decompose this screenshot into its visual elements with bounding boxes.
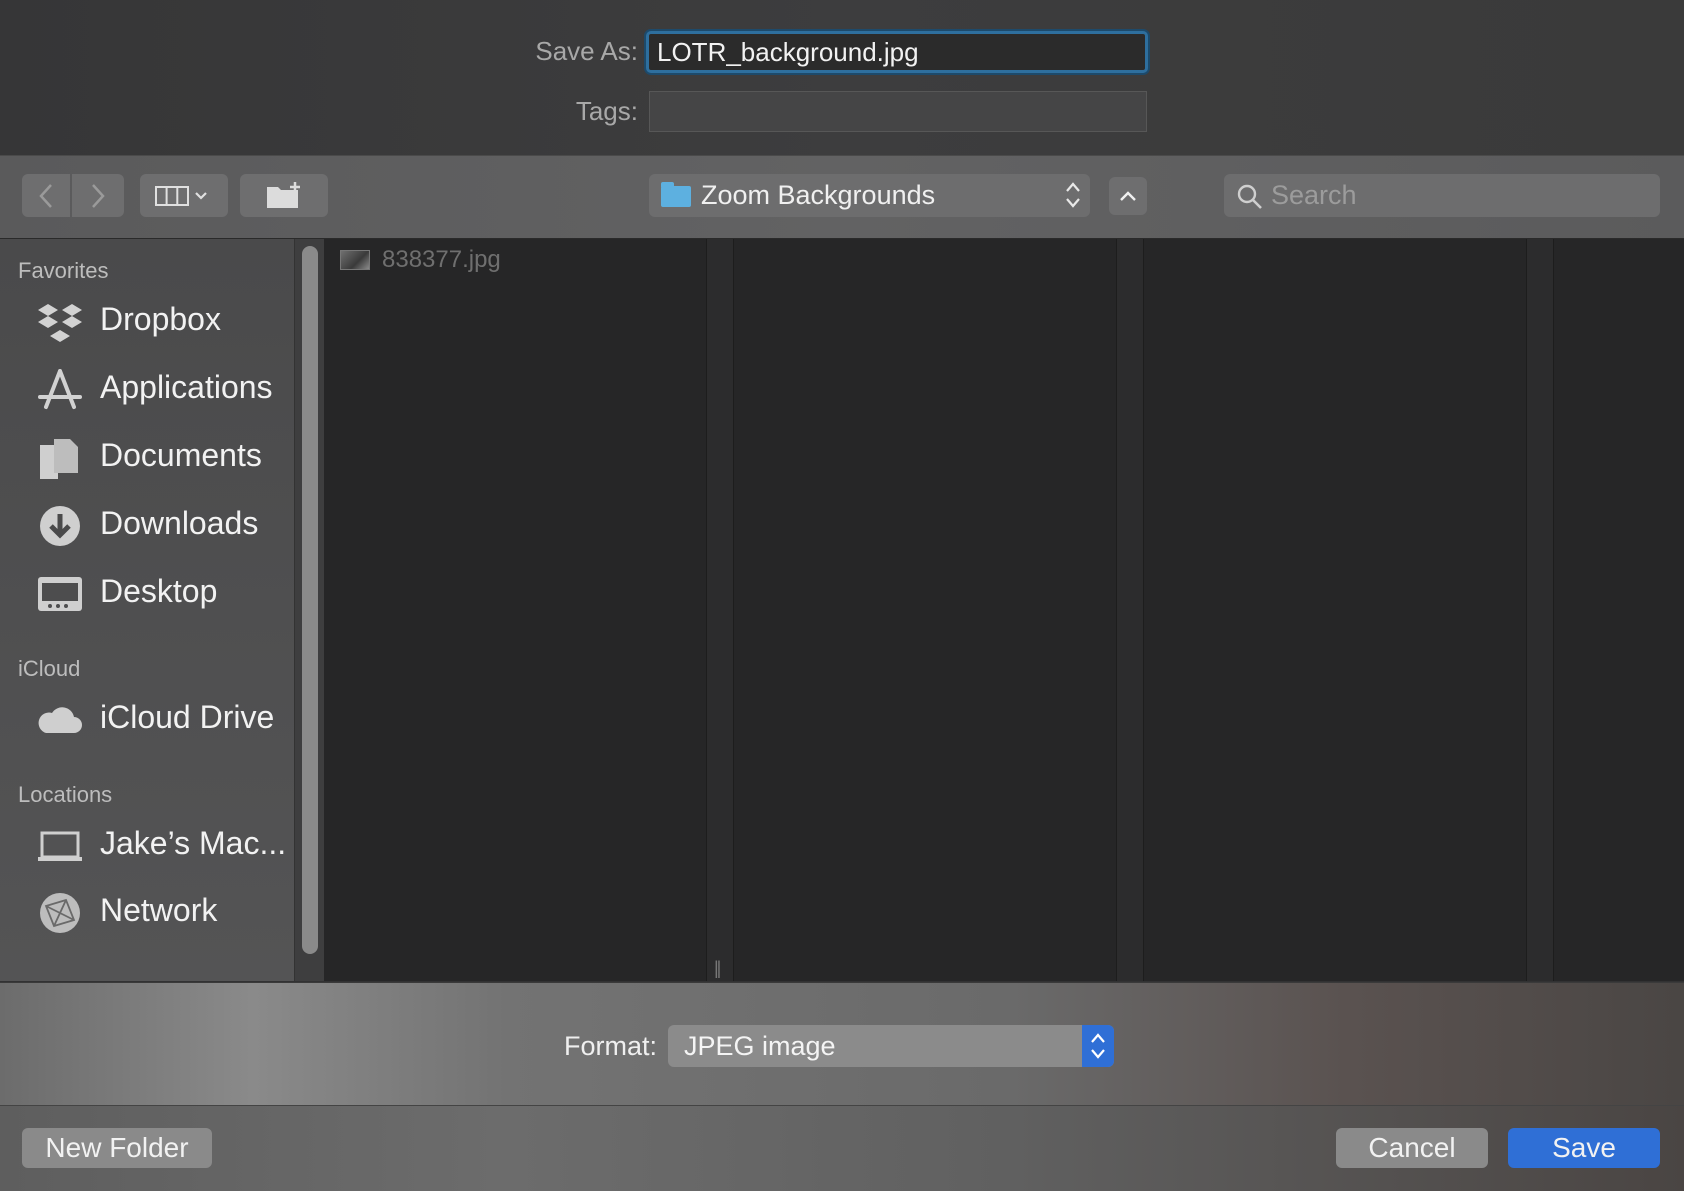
location-popup[interactable]: Zoom Backgrounds: [649, 174, 1090, 217]
back-button[interactable]: [22, 174, 70, 217]
tags-input[interactable]: [649, 91, 1147, 132]
search-field[interactable]: Search: [1224, 174, 1660, 217]
format-stepper: [1082, 1025, 1114, 1067]
sidebar-section-favorites: Favorites: [18, 258, 109, 283]
cancel-button[interactable]: Cancel: [1336, 1128, 1488, 1168]
save-as-label: Save As:: [535, 36, 638, 66]
format-value: JPEG image: [684, 1031, 836, 1061]
sidebar-item-label: Network: [100, 892, 218, 928]
sidebar-item-dropbox[interactable]: Dropbox: [0, 291, 294, 351]
button-bar: New Folder Cancel Save: [0, 1105, 1684, 1191]
sidebar-item-network[interactable]: Network: [0, 882, 294, 942]
tags-label: Tags:: [575, 96, 638, 126]
location-label: Zoom Backgrounds: [701, 180, 936, 210]
browser-column: 838377.jpg: [324, 239, 706, 981]
sidebar: Favorites Dropbox Applications Documents: [0, 239, 294, 981]
sidebar-item-downloads[interactable]: Downloads: [0, 495, 294, 555]
file-name: 838377.jpg: [382, 246, 501, 273]
laptop-icon: [38, 831, 82, 861]
enclosing-folder-button[interactable]: [1109, 177, 1147, 215]
image-thumbnail-icon: [340, 250, 370, 270]
format-label: Format:: [564, 1031, 658, 1061]
desktop-icon: [38, 577, 82, 611]
format-select[interactable]: JPEG image: [668, 1025, 1114, 1067]
toolbar: Zoom Backgrounds Search: [0, 156, 1684, 239]
sidebar-item-icloud-drive[interactable]: iCloud Drive: [0, 689, 294, 749]
sidebar-item-label: iCloud Drive: [100, 699, 275, 735]
sidebar-item-jakes-mac[interactable]: Jake’s Mac...: [0, 815, 294, 875]
column-divider[interactable]: [1116, 239, 1144, 981]
browser-column: [1554, 239, 1684, 981]
file-browser: 838377.jpg: [324, 239, 1684, 981]
save-button[interactable]: Save: [1508, 1128, 1660, 1168]
save-dialog: Save As: LOTR_background.jpg Tags: Zoom …: [0, 0, 1684, 1191]
sidebar-item-documents[interactable]: Documents: [0, 427, 294, 487]
sidebar-item-label: Applications: [100, 369, 273, 405]
sidebar-item-desktop[interactable]: Desktop: [0, 563, 294, 623]
new-folder-button[interactable]: New Folder: [22, 1128, 212, 1168]
filename-area: Save As: LOTR_background.jpg Tags:: [0, 0, 1684, 156]
save-as-input[interactable]: LOTR_background.jpg: [646, 31, 1148, 73]
column-resize-grip[interactable]: ||: [714, 958, 722, 979]
cloud-icon: [38, 707, 82, 733]
browser-column: [1144, 239, 1526, 981]
network-icon: [40, 893, 80, 933]
sidebar-item-label: Desktop: [100, 573, 218, 609]
up-down-arrows-icon: [1066, 182, 1080, 208]
search-icon: [1237, 184, 1262, 209]
column-divider[interactable]: [1526, 239, 1554, 981]
sidebar-item-applications[interactable]: Applications: [0, 359, 294, 419]
chevron-up-icon: [1120, 191, 1136, 201]
new-folder-toolbar-button[interactable]: [240, 174, 328, 217]
search-placeholder: Search: [1271, 180, 1357, 210]
sidebar-item-label: Dropbox: [100, 301, 221, 337]
sidebar-section-icloud: iCloud: [18, 656, 81, 681]
downloads-icon: [40, 506, 80, 546]
sidebar-item-label: Documents: [100, 437, 262, 473]
forward-button[interactable]: [72, 174, 124, 217]
documents-icon: [40, 439, 78, 479]
sidebar-section-locations: Locations: [18, 782, 113, 807]
dropbox-icon: [38, 304, 82, 342]
file-item[interactable]: 838377.jpg: [340, 245, 501, 275]
columns-view-icon: [155, 185, 207, 206]
column-divider[interactable]: [706, 239, 734, 981]
sidebar-item-label: Downloads: [100, 505, 259, 541]
chevron-right-icon: [92, 183, 105, 208]
view-mode-button[interactable]: [140, 174, 228, 217]
sidebar-item-label: Jake’s Mac...: [100, 825, 287, 861]
applications-icon: [38, 369, 82, 409]
up-down-arrows-icon: [1091, 1033, 1105, 1059]
folder-icon: [661, 182, 691, 207]
browser-column: [734, 239, 1116, 981]
chevron-left-icon: [39, 183, 52, 208]
format-bar: Format: JPEG image: [0, 982, 1684, 1105]
new-folder-icon: [267, 181, 300, 208]
sidebar-scrollbar[interactable]: [302, 246, 318, 954]
